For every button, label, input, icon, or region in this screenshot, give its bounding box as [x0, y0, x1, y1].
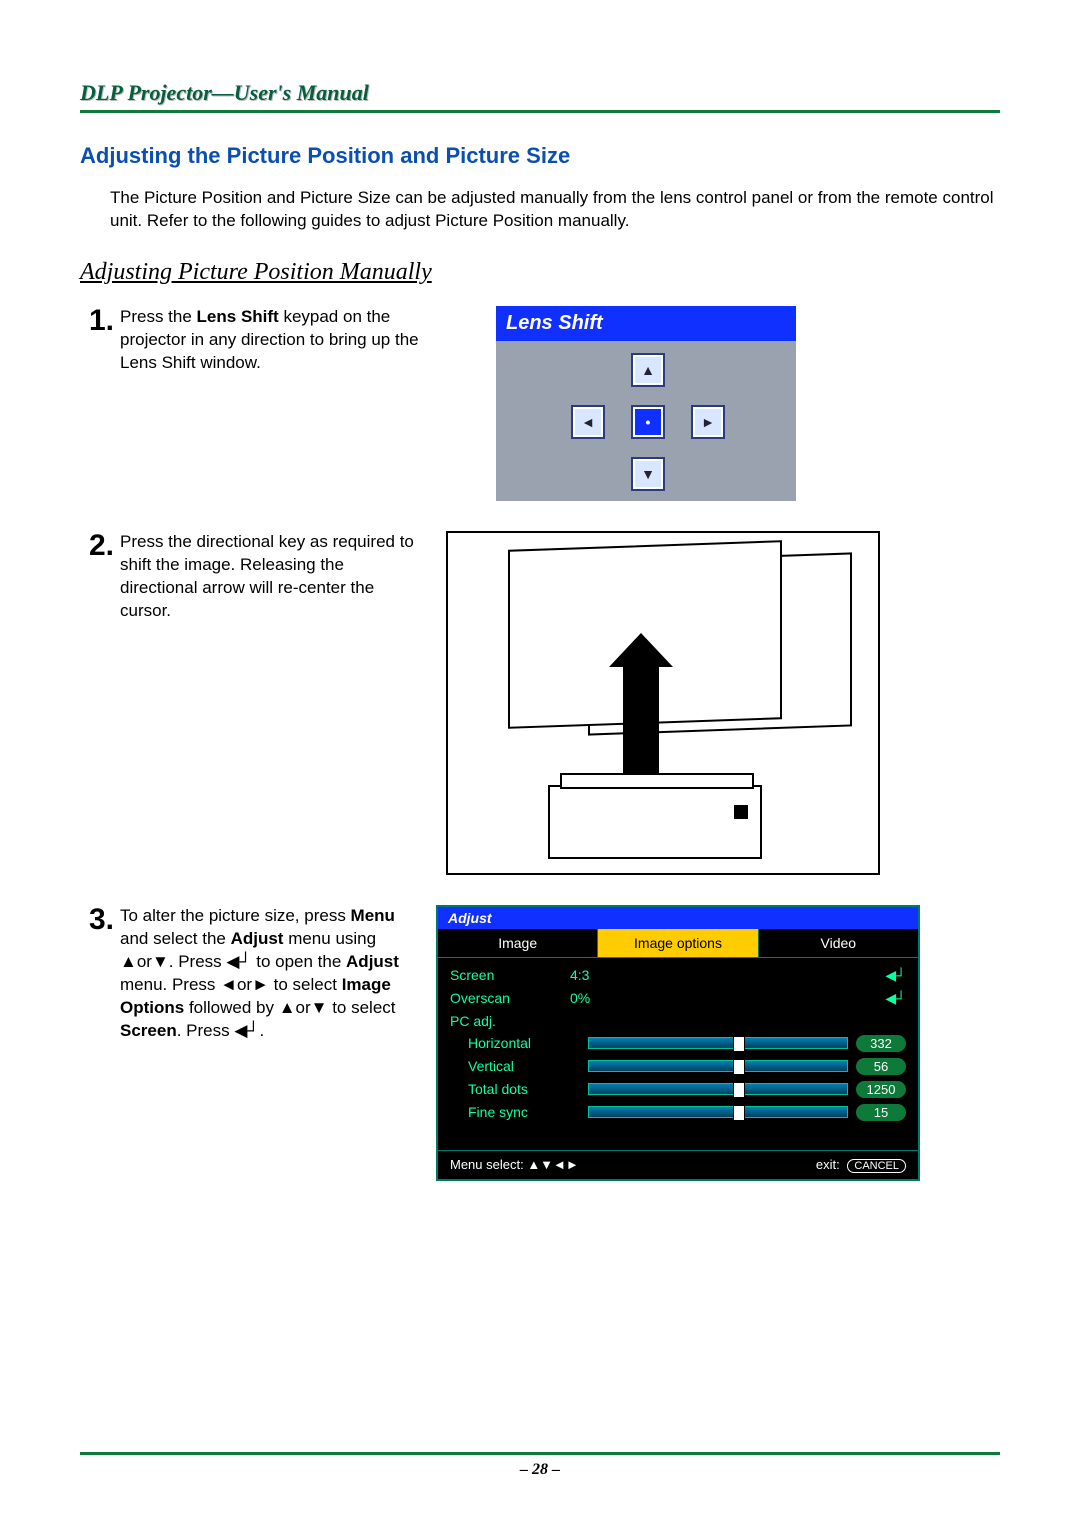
step-3: 3. To alter the picture size, press Menu… [80, 905, 1000, 1181]
section-heading: Adjusting the Picture Position and Pictu… [80, 143, 1000, 169]
sub-heading: Adjusting Picture Position Manually [80, 259, 1000, 286]
osd-row-pcadj: PC adj. [438, 1010, 918, 1032]
step-1-number: 1. [80, 306, 120, 336]
osd-overscan-label: Overscan [450, 990, 570, 1006]
lens-shift-down-button[interactable]: ▼ [631, 457, 665, 491]
header-title: DLP Projector—User's Manual [80, 80, 1000, 106]
osd-overscan-enter-icon: ◀┘ [885, 990, 906, 1007]
osd-row-horizontal[interactable]: Horizontal 332 [438, 1032, 918, 1055]
lens-shift-right-button[interactable]: ► [691, 405, 725, 439]
step-1-text: Press the Lens Shift keypad on the proje… [120, 306, 420, 375]
projector-lens-icon [734, 805, 748, 819]
s3-be: Screen [120, 1021, 177, 1040]
osd-screen-value: 4:3 [570, 967, 640, 983]
osd-tab-image-options[interactable]: Image options [598, 929, 758, 957]
projector-shift-figure [436, 531, 1000, 875]
header-rule [80, 110, 1000, 113]
page-number: – 28 – [80, 1461, 1000, 1479]
s1-bold-a: Lens Shift [197, 307, 279, 326]
step-2-text: Press the directional key as required to… [120, 531, 420, 623]
s3-ta: To alter the picture size, press [120, 906, 351, 925]
osd-vertical-slider[interactable] [588, 1060, 848, 1072]
osd-figure: Adjust Image Image options Video Screen … [436, 905, 1000, 1181]
lens-shift-up-button[interactable]: ▲ [631, 353, 665, 387]
osd-exit-group: exit: CANCEL [816, 1157, 906, 1173]
s3-ba: Menu [351, 906, 395, 925]
osd-row-screen[interactable]: Screen 4:3 ◀┘ [438, 964, 918, 987]
osd-finesync-slider[interactable] [588, 1106, 848, 1118]
osd-totaldots-slider[interactable] [588, 1083, 848, 1095]
osd-pcadj-label: PC adj. [450, 1013, 570, 1029]
up-arrow-icon [623, 663, 659, 783]
osd-vertical-label: Vertical [468, 1058, 588, 1074]
osd-finesync-badge: 15 [856, 1104, 906, 1121]
step-2-number: 2. [80, 531, 120, 561]
lens-shift-left-button[interactable]: ◄ [571, 405, 605, 439]
s3-te: followed by ▲or▼ to select [184, 998, 395, 1017]
projector-icon [548, 785, 762, 859]
osd-totaldots-badge: 1250 [856, 1081, 906, 1098]
lens-shift-body: ▲ ◄ • ► ▼ [496, 341, 796, 501]
osd-screen-label: Screen [450, 967, 570, 983]
osd-overscan-value: 0% [570, 990, 640, 1006]
osd-horizontal-slider[interactable] [588, 1037, 848, 1049]
osd-row-overscan[interactable]: Overscan 0% ◀┘ [438, 987, 918, 1010]
osd-menu-select-label: Menu select: ▲▼◄► [450, 1157, 579, 1173]
s3-bb: Adjust [231, 929, 284, 948]
shift-diagram [446, 531, 880, 875]
page: DLP Projector—User's Manual Adjusting th… [0, 0, 1080, 1527]
osd-vertical-badge: 56 [856, 1058, 906, 1075]
osd-horizontal-badge: 332 [856, 1035, 906, 1052]
osd-exit-label: exit: [816, 1157, 840, 1172]
osd-totaldots-label: Total dots [468, 1081, 588, 1097]
s1-text-a: Press the [120, 307, 197, 326]
intro-text: The Picture Position and Picture Size ca… [110, 187, 1000, 233]
osd-horizontal-label: Horizontal [468, 1035, 588, 1051]
step-3-text: To alter the picture size, press Menu an… [120, 905, 420, 1043]
osd-title: Adjust [438, 907, 918, 929]
osd-finesync-label: Fine sync [468, 1104, 588, 1120]
lens-shift-panel: Lens Shift ▲ ◄ • ► ▼ [496, 306, 796, 501]
osd-menu: Adjust Image Image options Video Screen … [436, 905, 920, 1181]
s3-tf: . Press ◀┘. [177, 1021, 264, 1040]
lens-shift-center-button[interactable]: • [631, 405, 665, 439]
footer: – 28 – [80, 1372, 1000, 1479]
s3-tb: and select the [120, 929, 231, 948]
lens-shift-title: Lens Shift [496, 306, 796, 341]
osd-cancel-button[interactable]: CANCEL [847, 1159, 906, 1173]
lens-shift-figure: Lens Shift ▲ ◄ • ► ▼ [436, 306, 1000, 501]
step-1: 1. Press the Lens Shift keypad on the pr… [80, 306, 1000, 501]
footer-rule [80, 1452, 1000, 1455]
osd-tab-video[interactable]: Video [759, 929, 918, 957]
s3-td: menu. Press ◄or► to select [120, 975, 342, 994]
step-2: 2. Press the directional key as required… [80, 531, 1000, 875]
osd-body: Screen 4:3 ◀┘ Overscan 0% ◀┘ PC adj. Hor… [438, 958, 918, 1150]
osd-tab-image[interactable]: Image [438, 929, 598, 957]
step-3-number: 3. [80, 905, 120, 935]
osd-tabs: Image Image options Video [438, 929, 918, 958]
osd-row-vertical[interactable]: Vertical 56 [438, 1055, 918, 1078]
osd-row-finesync[interactable]: Fine sync 15 [438, 1101, 918, 1124]
osd-row-totaldots[interactable]: Total dots 1250 [438, 1078, 918, 1101]
osd-screen-enter-icon: ◀┘ [885, 967, 906, 984]
osd-footer: Menu select: ▲▼◄► exit: CANCEL [438, 1150, 918, 1179]
s3-bc: Adjust [346, 952, 399, 971]
